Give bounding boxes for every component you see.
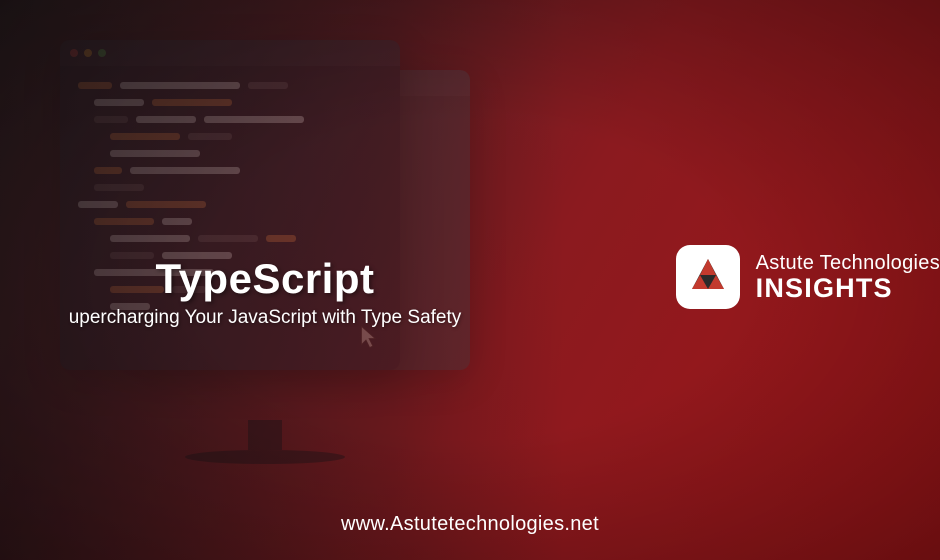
brand-name: Astute Technologies	[756, 252, 940, 275]
close-dot-icon	[70, 49, 78, 57]
brand-text: Astute Technologies INSIGHTS	[756, 252, 940, 302]
code-editor-illustration	[50, 30, 480, 470]
maximize-dot-icon	[98, 49, 106, 57]
minimize-dot-icon	[84, 49, 92, 57]
footer-url: www.Astutetechnologies.net	[0, 513, 940, 536]
hero-subtitle: upercharging Your JavaScript with Type S…	[0, 307, 530, 329]
monitor-stand	[225, 420, 305, 470]
window-titlebar	[60, 40, 400, 66]
brand-tagline: INSIGHTS	[756, 275, 940, 302]
brand-logo-icon	[676, 245, 740, 309]
hero-text: TypeScript upercharging Your JavaScript …	[0, 255, 530, 329]
hero-title: TypeScript	[0, 255, 530, 303]
brand-block: Astute Technologies INSIGHTS	[676, 245, 940, 309]
